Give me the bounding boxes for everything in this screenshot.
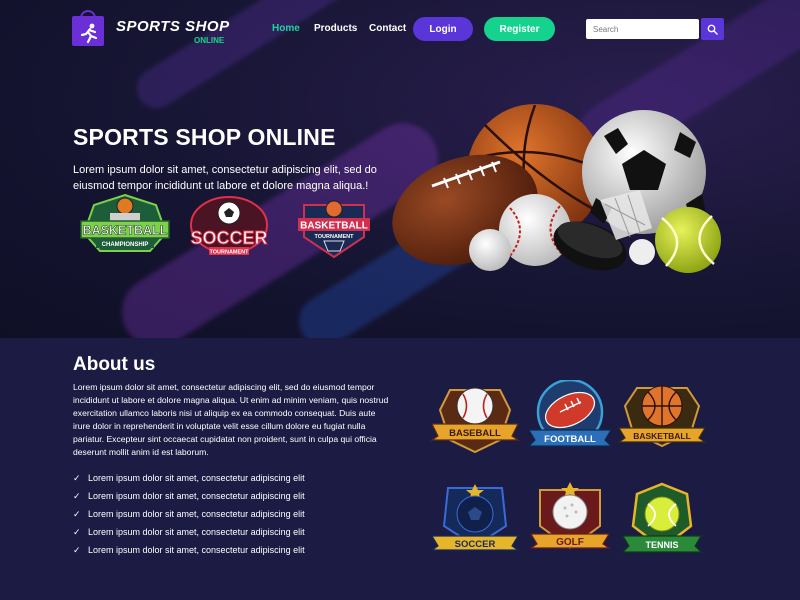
list-item: ✓ Lorem ipsum dolor sit amet, consectetur… [73, 508, 305, 520]
emblem-label: BASEBALL [449, 428, 501, 439]
list-item: ✓ Lorem ipsum dolor sit amet, consectetur… [73, 544, 305, 556]
check-icon: ✓ [73, 544, 81, 555]
about-title: About us [73, 354, 156, 375]
badge-main-text: BASKETBALL [300, 221, 368, 232]
search-button[interactable] [701, 18, 724, 40]
basketball-emblem: BASKETBALL [617, 385, 707, 448]
golf-ball [469, 229, 511, 271]
search-icon [707, 24, 718, 35]
brand-subtitle: ONLINE [194, 36, 225, 45]
tennis-emblem: TENNIS [621, 482, 703, 553]
register-button[interactable]: Register [484, 17, 555, 41]
baseball-emblem: BASEBALL [430, 387, 520, 454]
badge-main-text: BASKETBALL [83, 224, 168, 238]
badge-sub-text: TOURNAMENT [314, 234, 354, 240]
basketball-tournament-badge: BASKETBALL TOURNAMENT [298, 200, 370, 259]
emblem-label: BASKETBALL [633, 431, 691, 441]
brand-title: SPORTS SHOP [116, 18, 230, 35]
brand-logo[interactable]: SPORTS SHOP ONLINE [72, 10, 232, 50]
emblem-label: FOOTBALL [544, 434, 596, 445]
list-item: ✓ Lorem ipsum dolor sit amet, consectetur… [73, 490, 305, 502]
hero-description: Lorem ipsum dolor sit amet, consectetur … [73, 164, 377, 192]
about-description: Lorem ipsum dolor sit amet, consectetur … [73, 382, 389, 457]
nav-link-home[interactable]: Home [272, 23, 300, 34]
about-section: About us Lorem ipsum dolor sit amet, con… [0, 338, 800, 600]
soccer-emblem: SOCCER [430, 484, 520, 551]
hero-section: SPORTS SHOP ONLINE Home Products Contact… [0, 0, 800, 338]
emblem-label: TENNIS [645, 540, 678, 550]
feature-list: ✓ Lorem ipsum dolor sit amet, consectetur… [73, 469, 305, 559]
badge-main-text: SOCCER [190, 228, 267, 248]
football-emblem: FOOTBALL [527, 380, 613, 447]
emblem-label: SOCCER [455, 539, 496, 550]
check-icon: ✓ [73, 508, 81, 519]
search-input[interactable] [586, 19, 699, 39]
hero-title: SPORTS SHOP ONLINE [73, 124, 336, 150]
soccer-tournament-badge: SOCCER TOURNAMENT [190, 196, 268, 256]
runner-icon [80, 23, 98, 44]
sports-balls-image [392, 104, 721, 273]
check-icon: ✓ [73, 490, 81, 501]
check-icon: ✓ [73, 472, 81, 483]
nav-link-products[interactable]: Products [314, 23, 357, 34]
golf-emblem: GOLF [529, 482, 611, 550]
check-icon: ✓ [73, 526, 81, 537]
emblem-label: GOLF [556, 537, 584, 548]
basketball-championship-badge: BASKETBALL CHAMPIONSHIP [80, 193, 170, 252]
badge-sub-text: CHAMPIONSHIP [102, 242, 149, 248]
login-button[interactable]: Login [413, 17, 473, 41]
list-item: ✓ Lorem ipsum dolor sit amet, consectetur… [73, 526, 305, 538]
list-item: ✓ Lorem ipsum dolor sit amet, consectetur… [73, 472, 305, 484]
nav-link-contact[interactable]: Contact [369, 23, 406, 34]
badge-sub-text: TOURNAMENT [209, 250, 249, 256]
